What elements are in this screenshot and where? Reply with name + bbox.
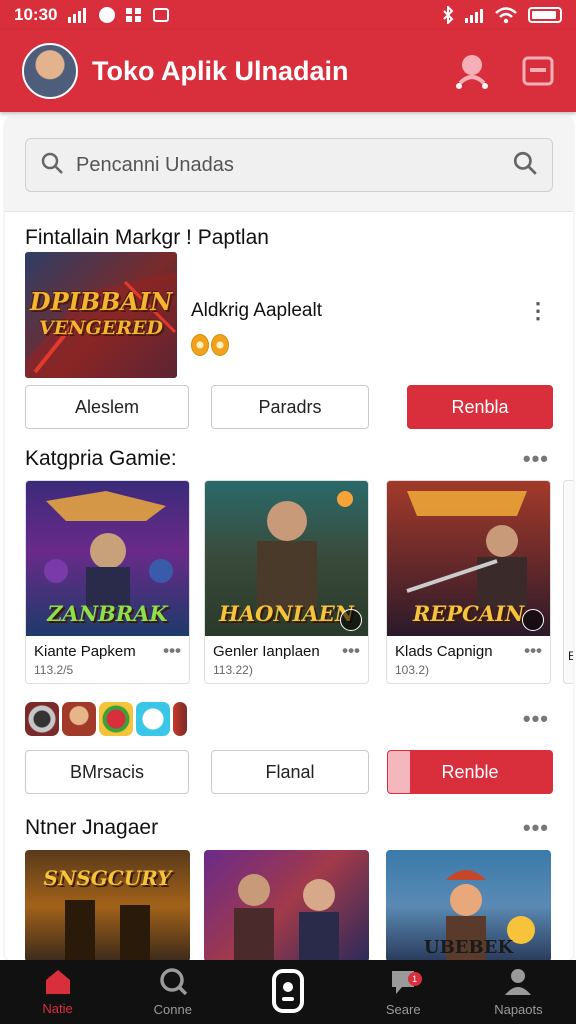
nav-label: Seare — [385, 1002, 421, 1017]
game-badge-icon — [340, 609, 362, 631]
bluetooth-icon — [442, 6, 454, 24]
search-bar[interactable] — [25, 138, 553, 192]
game-size: 113.22) — [213, 663, 253, 677]
more-section-title: Ntner Jnagaer — [25, 816, 159, 839]
game-more-icon[interactable]: ••• — [342, 641, 360, 661]
coin-icon — [211, 334, 229, 356]
search-icon — [40, 151, 64, 180]
featured-button-1[interactable]: Aleslem — [25, 385, 189, 429]
peek-text: E — [568, 649, 573, 663]
message-icon — [153, 8, 170, 22]
app-bar: Toko Aplik Ulnadain — [0, 30, 576, 112]
status-time: 10:30 — [14, 5, 58, 24]
featured-app-name[interactable]: Aldkrig Aaplealt — [191, 300, 322, 322]
game-art-text: REPCAIN — [412, 601, 525, 626]
game-name: Kiante Papkem — [34, 643, 136, 660]
battery-icon — [528, 7, 562, 23]
more-section-more-icon[interactable]: ••• — [523, 815, 549, 841]
gamepad-icon — [271, 968, 305, 1016]
game-art-text: UBEBEK — [423, 937, 514, 958]
search-area — [5, 118, 573, 212]
game-thumbnail[interactable] — [204, 850, 369, 960]
app-title: Toko Aplik Ulnadain — [92, 55, 349, 86]
nav-item-home[interactable]: Natie — [0, 960, 115, 1024]
game-art-text: ZANBRAK — [47, 601, 168, 626]
game-art-text: HAONIAEN — [219, 601, 354, 626]
nav-item-games[interactable] — [230, 960, 345, 1024]
mini-row-more-icon[interactable]: ••• — [523, 706, 549, 732]
rating-coins — [191, 334, 229, 356]
game-card[interactable]: REPCAIN Klads Capnign 103.2) ••• — [386, 480, 551, 684]
nav-item-search[interactable]: Conne — [115, 960, 230, 1024]
game-card[interactable]: ZANBRAK Kiante Papkem 113.2/5 ••• — [25, 480, 190, 684]
game-art-text: SNSGCURY — [43, 866, 172, 890]
mini-row-button-3[interactable]: Renble — [387, 750, 553, 794]
wallet-icon[interactable] — [522, 56, 554, 86]
nav-label: Conne — [153, 1002, 192, 1017]
main-content: Fintallain Markgr ! Paptlan DPIBBAIN VEN… — [5, 118, 573, 960]
mini-row-button-2[interactable]: Flanal — [211, 750, 369, 794]
nav-label: Napaots — [494, 1002, 543, 1017]
app-icon[interactable] — [136, 702, 170, 736]
game-name: Genler Ianplaen — [213, 643, 320, 660]
home-icon — [43, 968, 73, 997]
featured-art-line2: VENGERED — [38, 317, 164, 339]
app-icon[interactable] — [173, 702, 187, 736]
app-icon[interactable] — [99, 702, 133, 736]
avatar[interactable] — [22, 43, 78, 99]
profile-search-icon[interactable] — [454, 51, 490, 91]
app-icon[interactable] — [62, 702, 96, 736]
wifi-icon — [494, 6, 518, 24]
game-size: 103.2) — [395, 663, 430, 677]
game-more-icon[interactable]: ••• — [524, 641, 542, 661]
profile-icon — [503, 967, 533, 998]
category-more-icon[interactable]: ••• — [523, 446, 549, 472]
game-name: Klads Capnign — [395, 643, 493, 660]
category-section-title: Katgpria Gamie: — [25, 447, 177, 470]
featured-art-line1: DPIBBAIN — [29, 287, 173, 316]
app-icon[interactable] — [25, 702, 59, 736]
game-thumbnail[interactable]: UBEBEK — [386, 850, 551, 960]
game-card-peek[interactable]: E — [563, 480, 573, 684]
game-thumbnail: ZANBRAK — [26, 481, 189, 636]
grid-icon — [125, 7, 143, 23]
notification-icon — [99, 7, 116, 23]
game-more-icon[interactable]: ••• — [163, 641, 181, 661]
cell-signal-icon — [464, 7, 484, 23]
featured-more-icon[interactable]: ⋮ — [527, 298, 549, 324]
mini-app-icons — [25, 702, 187, 736]
coin-icon — [191, 334, 209, 356]
game-badge-icon — [522, 609, 544, 631]
signal-icon — [67, 7, 89, 23]
game-card[interactable]: HAONIAEN Genler Ianplaen 113.22) ••• — [204, 480, 369, 684]
featured-section-title: Fintallain Markgr ! Paptlan — [25, 226, 269, 249]
search-submit-icon[interactable] — [512, 150, 538, 181]
featured-button-3[interactable]: Renbla — [407, 385, 553, 429]
notification-badge: 1 — [407, 972, 422, 986]
nav-item-chat[interactable]: 1 Seare — [346, 960, 461, 1024]
bottom-nav: Natie Conne 1 Seare Napaots — [0, 960, 576, 1024]
mini-row-button-1[interactable]: BMrsacis — [25, 750, 189, 794]
featured-button-2[interactable]: Paradrs — [211, 385, 369, 429]
nav-label: Natie — [42, 1001, 73, 1016]
nav-item-profile[interactable]: Napaots — [461, 960, 576, 1024]
search-input[interactable] — [76, 153, 512, 177]
search-icon — [158, 967, 188, 998]
status-bar: 10:30 — [0, 0, 576, 30]
game-size: 113.2/5 — [34, 663, 74, 677]
featured-app-image[interactable]: DPIBBAIN VENGERED — [25, 252, 177, 378]
game-thumbnail[interactable]: SNSGCURY — [25, 850, 190, 960]
